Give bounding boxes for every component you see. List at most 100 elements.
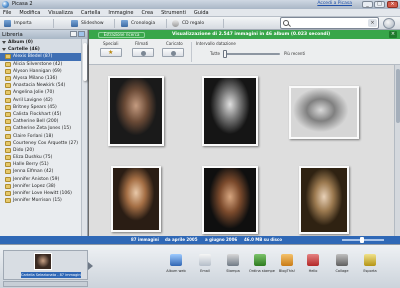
library-folder-item[interactable]: Anastacia Newkirk (54) — [0, 82, 82, 89]
print-button[interactable]: Stampa — [222, 251, 244, 281]
gift-cd-button[interactable]: CD regalo — [168, 19, 224, 28]
menu-folder[interactable]: Cartella — [81, 9, 101, 16]
menu-create[interactable]: Crea — [142, 9, 154, 16]
sign-in-link[interactable]: Accedi a Picasa — [317, 1, 352, 6]
status-date-to: a giugno 2006 — [205, 237, 238, 242]
library-folder-item[interactable]: Eliza Dushku (75) — [0, 154, 82, 161]
search-results-tab[interactable]: Estrazione ricerca — [98, 32, 145, 38]
expand-arrow-icon[interactable] — [2, 41, 6, 45]
selected-folder-label: Cartella Selezionata - 87 immagini — [21, 272, 81, 278]
close-filter-button[interactable]: × — [389, 31, 397, 38]
library-folder-item[interactable]: Alicia Silverstone (42) — [0, 61, 82, 68]
clear-search-button[interactable]: × — [368, 19, 377, 27]
list-view-button[interactable] — [70, 31, 77, 37]
search-icon — [283, 20, 289, 26]
library-scrollbar[interactable] — [81, 39, 87, 236]
photo-thumbnail[interactable] — [202, 76, 258, 146]
library-folder-label: Alyssa Milano (136) — [13, 76, 58, 82]
filter-divider — [191, 42, 192, 62]
grid-scrollbar-thumb[interactable] — [396, 69, 400, 123]
folder-icon — [5, 61, 11, 67]
library-folder-item[interactable]: Alyson Hannigan (69) — [0, 68, 82, 75]
library-folder-item[interactable]: Alyssa Milano (136) — [0, 75, 82, 82]
maximize-button[interactable]: □ — [374, 1, 385, 8]
export-button[interactable]: Esporta — [359, 251, 381, 281]
selected-folder-thumbnail[interactable] — [34, 253, 52, 270]
expand-arrow-icon[interactable] — [2, 48, 6, 52]
collage-button[interactable]: Collage — [331, 251, 353, 281]
folder-icon — [5, 54, 11, 60]
library-folder-item[interactable]: Halle Berry (51) — [0, 161, 82, 168]
slideshow-label: Slideshow — [81, 21, 104, 26]
status-size: 46.0 MB su disco — [244, 237, 283, 242]
photo-thumbnail[interactable] — [202, 166, 258, 234]
status-count: 87 immagini — [131, 237, 159, 242]
folder-icon — [5, 155, 11, 161]
date-range-slider[interactable] — [224, 53, 280, 55]
order-prints-button[interactable]: Ordina stampe — [249, 251, 275, 281]
menu-tools[interactable]: Strumenti — [161, 9, 186, 16]
library-folder-item[interactable]: Catherine Bell (200) — [0, 118, 82, 125]
order-prints-label: Ordina stampe — [249, 269, 275, 273]
slideshow-button[interactable]: Slideshow — [67, 19, 115, 28]
zoom-slider-handle[interactable] — [360, 237, 364, 243]
library-group[interactable]: Cartelle (46) — [0, 46, 82, 54]
import-button[interactable]: Importa — [0, 19, 54, 28]
library-folder-item[interactable]: Calista Flockhart (45) — [0, 111, 82, 118]
library-folder-label: Jennifer Morrison (15) — [13, 198, 62, 204]
tree-view-button[interactable] — [78, 31, 85, 37]
photo-thumbnail[interactable] — [108, 76, 164, 146]
photo-thumbnail[interactable] — [299, 166, 349, 234]
library-header: Libreria — [0, 30, 87, 39]
email-icon — [199, 254, 211, 266]
grid-scrollbar[interactable] — [394, 65, 400, 236]
menu-edit[interactable]: Modifica — [19, 9, 40, 16]
library-folder-item[interactable]: Courteney Cox Arquette (27) — [0, 140, 82, 147]
menu-view[interactable]: Visualizza — [48, 9, 73, 16]
tray-expand-icon[interactable] — [88, 262, 93, 270]
close-button[interactable]: × — [387, 1, 398, 8]
web-album-button[interactable]: Album web — [165, 251, 187, 281]
library-group[interactable]: Album (0) — [0, 39, 82, 47]
library-folder-label: Eliza Dushku (75) — [13, 155, 53, 161]
upload-icon — [171, 51, 176, 56]
movies-filter-button[interactable] — [132, 48, 154, 57]
menu-file[interactable]: File — [3, 9, 11, 16]
email-button[interactable]: Email — [194, 251, 216, 281]
library-folder-item[interactable]: Britney Spears (45) — [0, 104, 82, 111]
photo-thumbnail[interactable] — [289, 86, 359, 139]
blogthis-button[interactable]: BlogThis! — [276, 251, 298, 281]
library-folder-item[interactable]: Dido (20) — [0, 147, 82, 154]
starred-filter-button[interactable]: ★ — [100, 48, 122, 57]
library-folder-item[interactable]: Catherine Zeta Jones (15) — [0, 125, 82, 132]
menu-image[interactable]: Immagine — [108, 9, 133, 16]
library-folder-item[interactable]: Jennifer Love Hewitt (106) — [0, 190, 82, 197]
search-input[interactable]: × — [280, 17, 379, 29]
folder-icon — [5, 183, 11, 189]
minimize-button[interactable]: _ — [362, 1, 373, 8]
folder-icon — [5, 76, 11, 82]
library-folder-item[interactable]: Jennifer Lopez (38) — [0, 183, 82, 190]
blogger-icon — [281, 254, 293, 266]
library-folder-label: Catherine Zeta Jones (15) — [13, 126, 71, 132]
menu-bar: File Modifica Visualizza Cartella Immagi… — [0, 9, 400, 17]
library-folder-item[interactable]: Alexis Bledel (87) — [0, 53, 82, 61]
date-range-slider-handle[interactable] — [223, 50, 227, 58]
timeline-button[interactable]: Cronologia — [117, 19, 167, 28]
search-go-button[interactable] — [383, 18, 395, 29]
library-folder-item[interactable]: Jennifer Aniston (59) — [0, 176, 82, 183]
hello-button[interactable]: Hello — [302, 251, 324, 281]
library-folder-label: Dido (20) — [13, 147, 34, 153]
menu-help[interactable]: Guida — [194, 9, 209, 16]
uploaded-filter-button[interactable] — [162, 48, 184, 57]
library-folder-label: Halle Berry (51) — [13, 162, 49, 168]
library-folder-item[interactable]: Angelina Jolie (70) — [0, 89, 82, 96]
library-folder-item[interactable]: Claire Forlani (18) — [0, 132, 82, 139]
library-folder-item[interactable]: Jennifer Morrison (15) — [0, 197, 82, 204]
photo-thumbnail[interactable] — [111, 166, 161, 232]
library-folder-item[interactable]: Avril Lavigne (42) — [0, 97, 82, 104]
folder-icon — [5, 104, 11, 110]
folder-icon — [5, 90, 11, 96]
library-folder-item[interactable]: Jenna Elfman (42) — [0, 168, 82, 175]
library-scrollbar-thumb[interactable] — [83, 43, 87, 81]
